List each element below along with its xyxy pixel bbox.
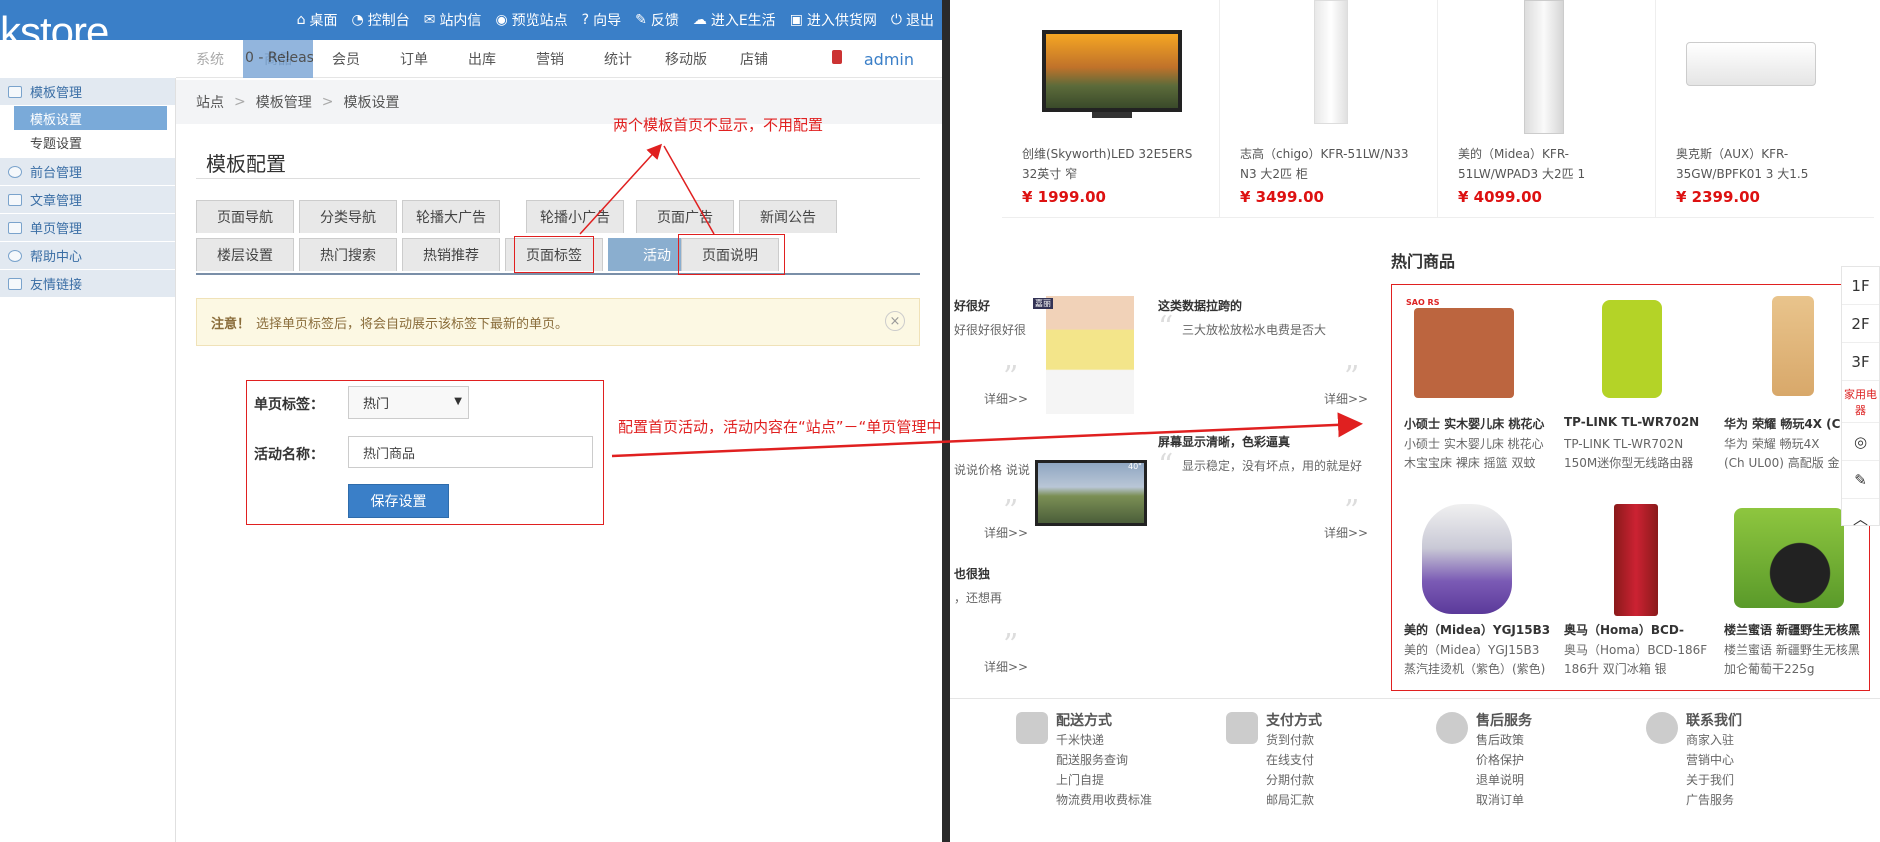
annotation-arrows bbox=[579, 143, 1363, 458]
arrow-to-top-note bbox=[663, 145, 715, 235]
arrow-to-top-note bbox=[579, 143, 663, 235]
arrow-to-hot-products bbox=[611, 412, 1363, 458]
